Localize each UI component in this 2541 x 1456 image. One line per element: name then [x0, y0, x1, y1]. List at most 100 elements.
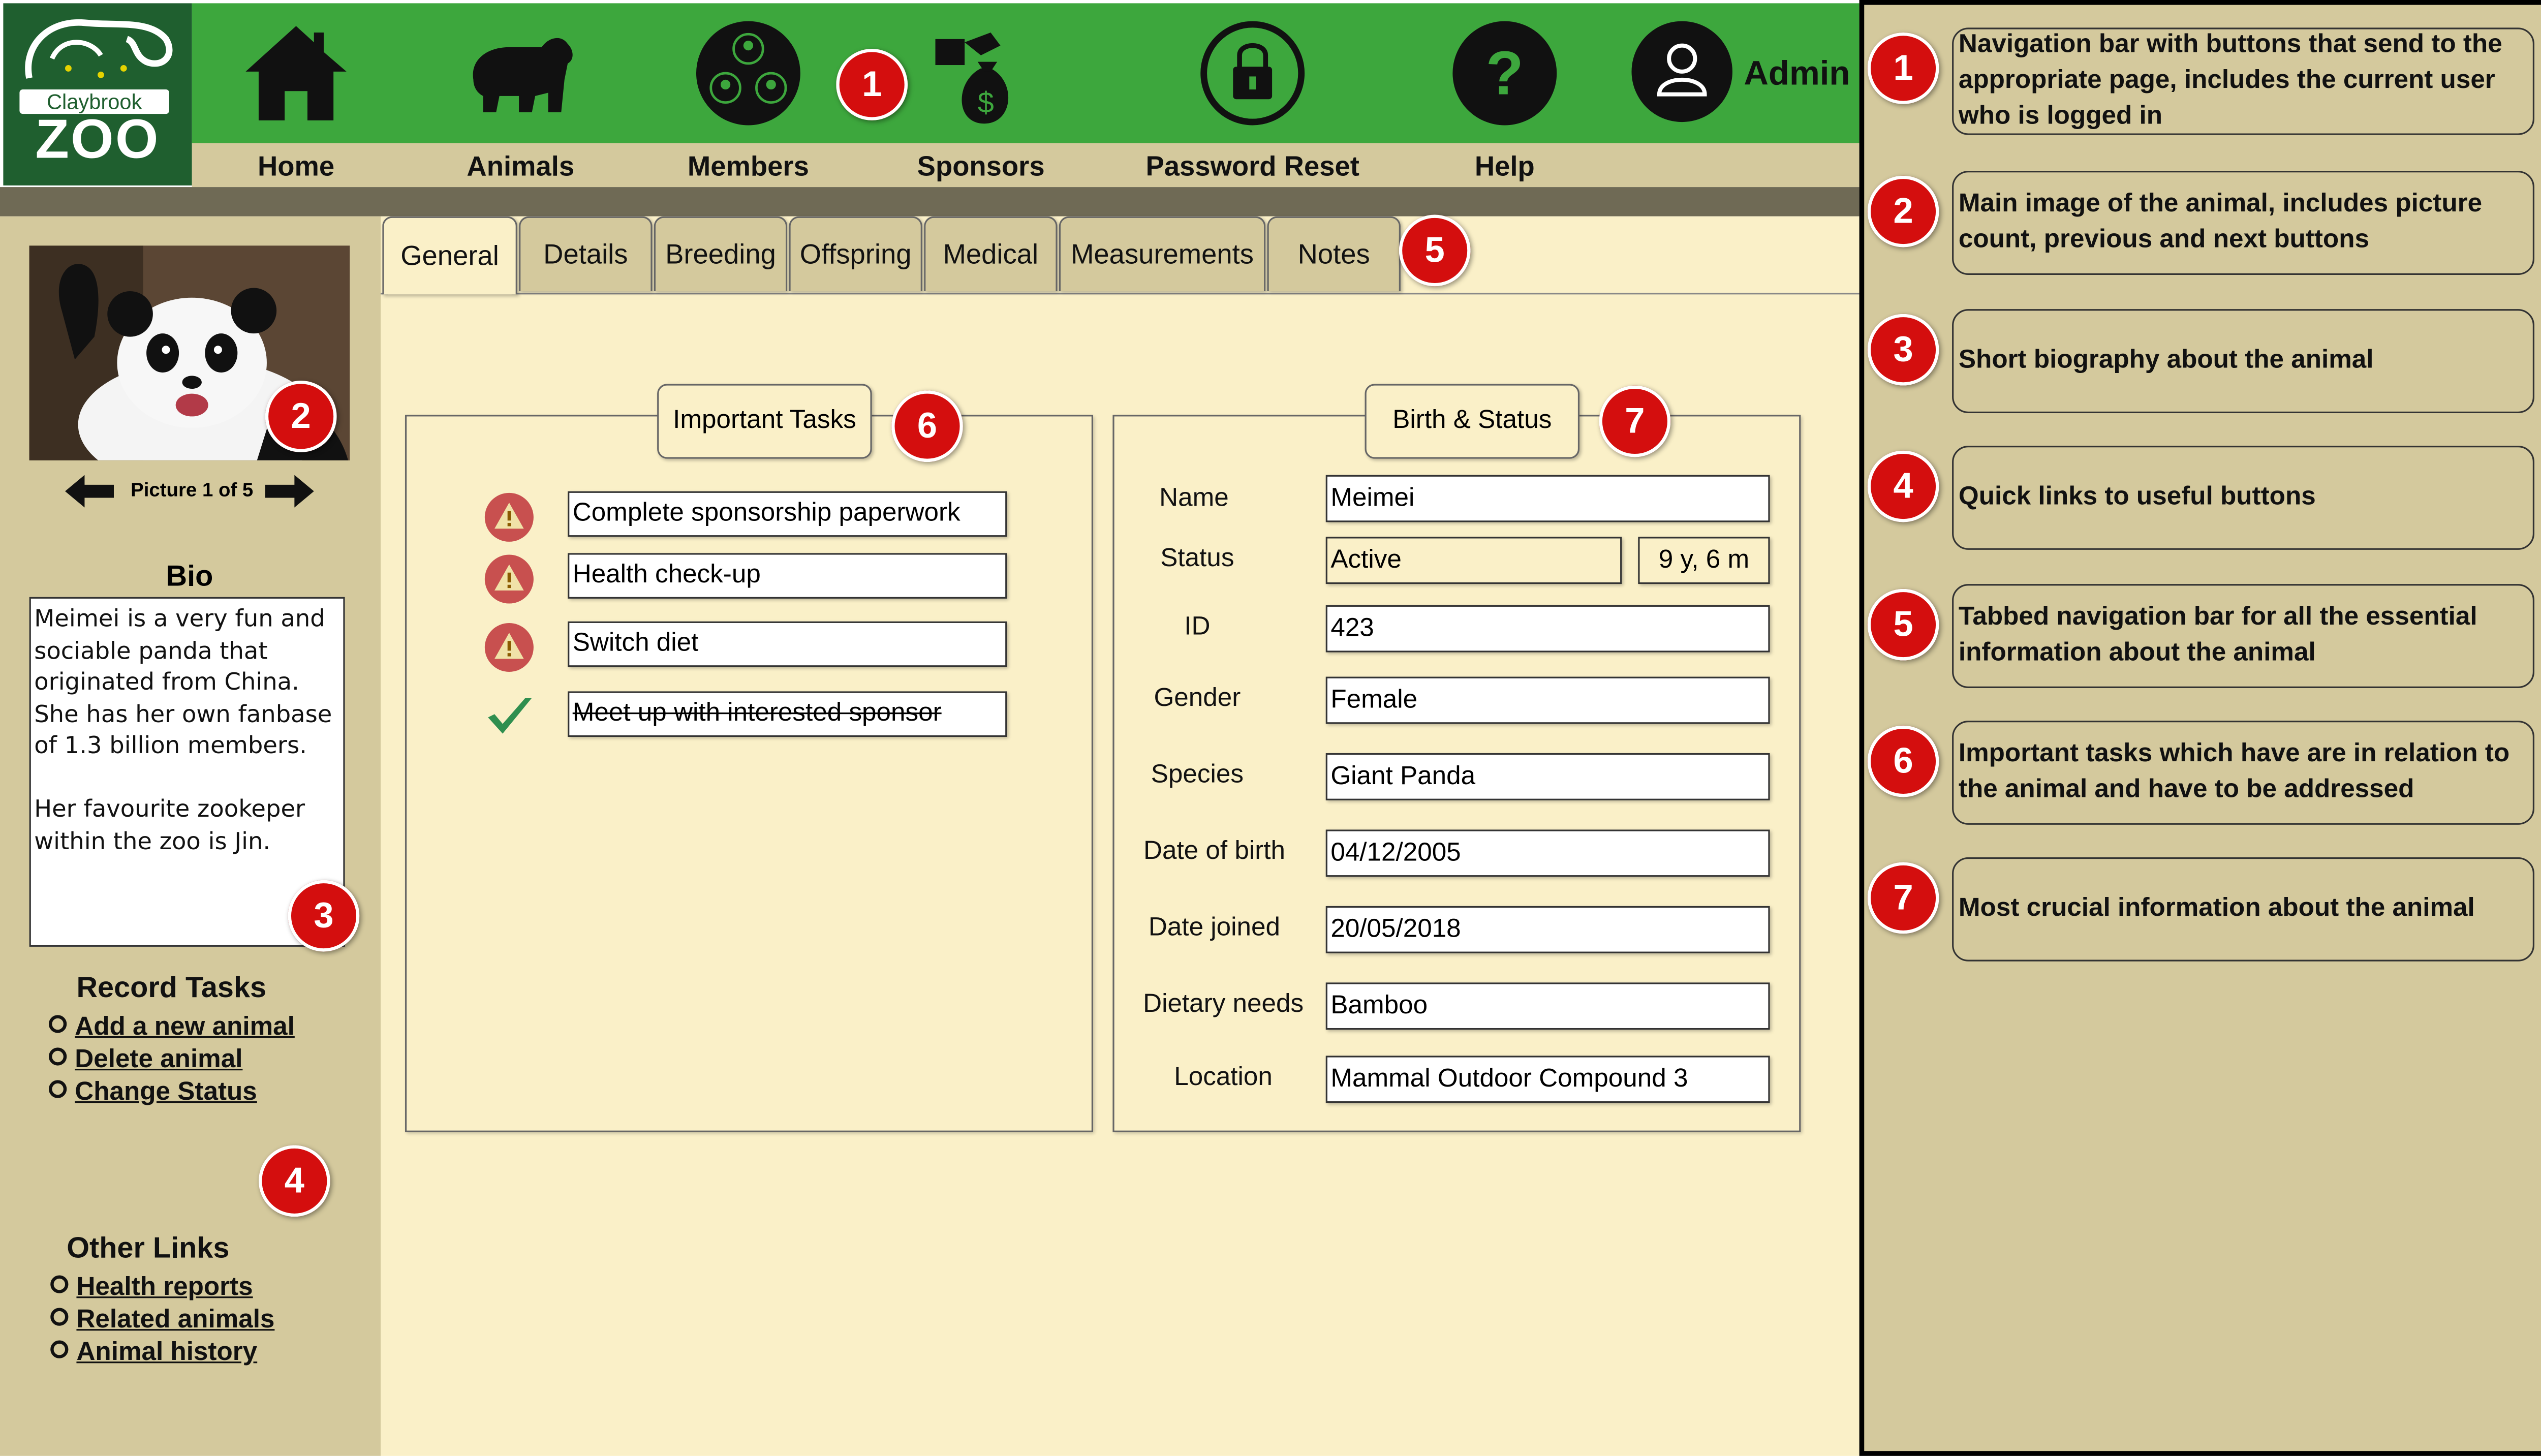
list-item: Change Status — [49, 1077, 295, 1109]
nav-members-button[interactable]: Members — [642, 3, 854, 187]
tab-offspring[interactable]: Offspring — [789, 216, 922, 291]
task-text: Complete sponsorship paperwork — [568, 491, 1007, 537]
warning-icon — [484, 623, 534, 672]
sponsor-money-icon: $ — [935, 33, 1009, 124]
help-icon: ? — [1452, 21, 1557, 126]
dob-label: Date of birth — [1143, 838, 1285, 865]
callout-5: 5 — [1399, 214, 1471, 287]
list-item: Delete animal — [49, 1044, 295, 1077]
task-row[interactable]: Complete sponsorship paperwork — [483, 491, 1009, 542]
tab-breeding[interactable]: Breeding — [654, 216, 788, 291]
dob-field[interactable]: 04/12/2005 — [1325, 829, 1770, 877]
annotation-note-5: Tabbed navigation bar for all the essent… — [1952, 584, 2535, 688]
tab-notes[interactable]: Notes — [1267, 216, 1401, 291]
legend-callout-1: 1 — [1867, 33, 1939, 104]
other-links-title: Other Links — [67, 1231, 230, 1264]
tab-medical[interactable]: Medical — [924, 216, 1058, 291]
bullet-icon — [50, 1275, 69, 1293]
legend-callout-4: 4 — [1867, 450, 1939, 522]
id-field[interactable]: 423 — [1325, 605, 1770, 653]
callout-4: 4 — [258, 1145, 330, 1217]
dietary-needs-label: Dietary needs — [1143, 990, 1304, 1018]
callout-7: 7 — [1599, 385, 1671, 457]
status-field[interactable]: Active — [1325, 537, 1622, 584]
task-row[interactable]: Switch diet — [483, 621, 1009, 672]
change-status-link[interactable]: Change Status — [75, 1078, 257, 1106]
gender-field[interactable]: Female — [1325, 676, 1770, 724]
add-animal-link[interactable]: Add a new animal — [75, 1013, 295, 1041]
zoo-logo[interactable]: Claybrook ZOO — [3, 3, 192, 185]
delete-animal-link[interactable]: Delete animal — [75, 1046, 242, 1073]
nav-animals-button[interactable]: Animals — [415, 3, 626, 187]
callout-2: 2 — [265, 381, 337, 452]
previous-picture-arrow-icon[interactable] — [65, 475, 114, 508]
list-item: Health reports — [50, 1272, 274, 1305]
annotation-note-7: Most crucial information about the anima… — [1952, 857, 2535, 962]
legend-callout-2: 2 — [1867, 175, 1939, 247]
tab-details[interactable]: Details — [519, 216, 653, 291]
tab-general[interactable]: General — [382, 216, 517, 295]
tabs-baseline — [381, 293, 1860, 295]
next-picture-arrow-icon[interactable] — [265, 475, 314, 508]
important-tasks-title: Important Tasks — [657, 384, 872, 459]
warning-icon — [484, 554, 534, 604]
task-row[interactable]: Meet up with interested sponsor — [483, 691, 1009, 740]
location-label: Location — [1174, 1064, 1273, 1092]
id-label: ID — [1184, 613, 1211, 641]
nav-sponsors-label: Sponsors — [917, 151, 1045, 182]
animal-history-link[interactable]: Animal history — [76, 1339, 257, 1366]
list-item: Animal history — [50, 1337, 274, 1370]
header-divider — [0, 187, 1860, 216]
current-user-name: Admin — [1744, 55, 1850, 93]
legend-callout-5: 5 — [1867, 588, 1939, 661]
nav-help-button[interactable]: ? Help — [1399, 3, 1610, 187]
bear-icon — [473, 38, 573, 112]
name-label: Name — [1159, 484, 1229, 513]
svg-text:$: $ — [978, 86, 994, 119]
bullet-icon — [49, 1047, 67, 1066]
date-joined-field[interactable]: 20/05/2018 — [1325, 906, 1770, 953]
bio-title: Bio — [166, 560, 213, 593]
callout-3: 3 — [288, 880, 360, 952]
related-animals-link[interactable]: Related animals — [76, 1306, 274, 1334]
annotation-note-4: Quick links to useful buttons — [1952, 446, 2535, 550]
annotation-note-2: Main image of the animal, includes pictu… — [1952, 171, 2535, 275]
warning-icon — [484, 492, 534, 542]
nav-home-button[interactable]: Home — [191, 3, 402, 187]
bullet-icon — [50, 1340, 69, 1358]
birth-status-title: Birth & Status — [1365, 384, 1580, 459]
species-field[interactable]: Giant Panda — [1325, 753, 1770, 800]
name-field[interactable]: Meimei — [1325, 475, 1770, 522]
species-label: Species — [1151, 761, 1244, 789]
current-user[interactable]: Admin — [1627, 16, 1858, 130]
health-reports-link[interactable]: Health reports — [76, 1274, 253, 1301]
location-field[interactable]: Mammal Outdoor Compound 3 — [1325, 1056, 1770, 1103]
tab-measurements[interactable]: Measurements — [1059, 216, 1266, 291]
callout-1: 1 — [836, 49, 908, 120]
nav-password-reset-button[interactable]: Password Reset — [1139, 3, 1367, 187]
nav-home-label: Home — [257, 151, 335, 182]
callout-6: 6 — [891, 390, 963, 462]
nav-help-label: Help — [1474, 151, 1535, 182]
list-item: Related animals — [50, 1305, 274, 1337]
svg-text:?: ? — [1486, 39, 1524, 108]
list-item: Add a new animal — [49, 1012, 295, 1044]
user-avatar-icon — [1631, 21, 1732, 122]
legend-callout-3: 3 — [1867, 314, 1939, 386]
logo-word: ZOO — [35, 109, 160, 171]
record-tasks-list: Add a new animal Delete animal Change St… — [49, 1012, 295, 1109]
bullet-icon — [49, 1080, 67, 1098]
home-icon — [245, 26, 347, 120]
bullet-icon — [49, 1015, 67, 1033]
annotation-note-3: Short biography about the animal — [1952, 309, 2535, 414]
picture-counter: Picture 1 of 5 — [131, 478, 254, 501]
annotation-note-1: Navigation bar with buttons that send to… — [1952, 27, 2535, 135]
nav-animals-label: Animals — [467, 151, 575, 182]
legend-callout-7: 7 — [1867, 862, 1939, 934]
dietary-needs-field[interactable]: Bamboo — [1325, 982, 1770, 1030]
nav-sponsors-button[interactable]: $ Sponsors — [875, 3, 1087, 187]
task-text: Health check-up — [568, 553, 1007, 599]
lock-icon — [1200, 21, 1305, 126]
members-icon — [696, 21, 800, 126]
task-row[interactable]: Health check-up — [483, 553, 1009, 604]
